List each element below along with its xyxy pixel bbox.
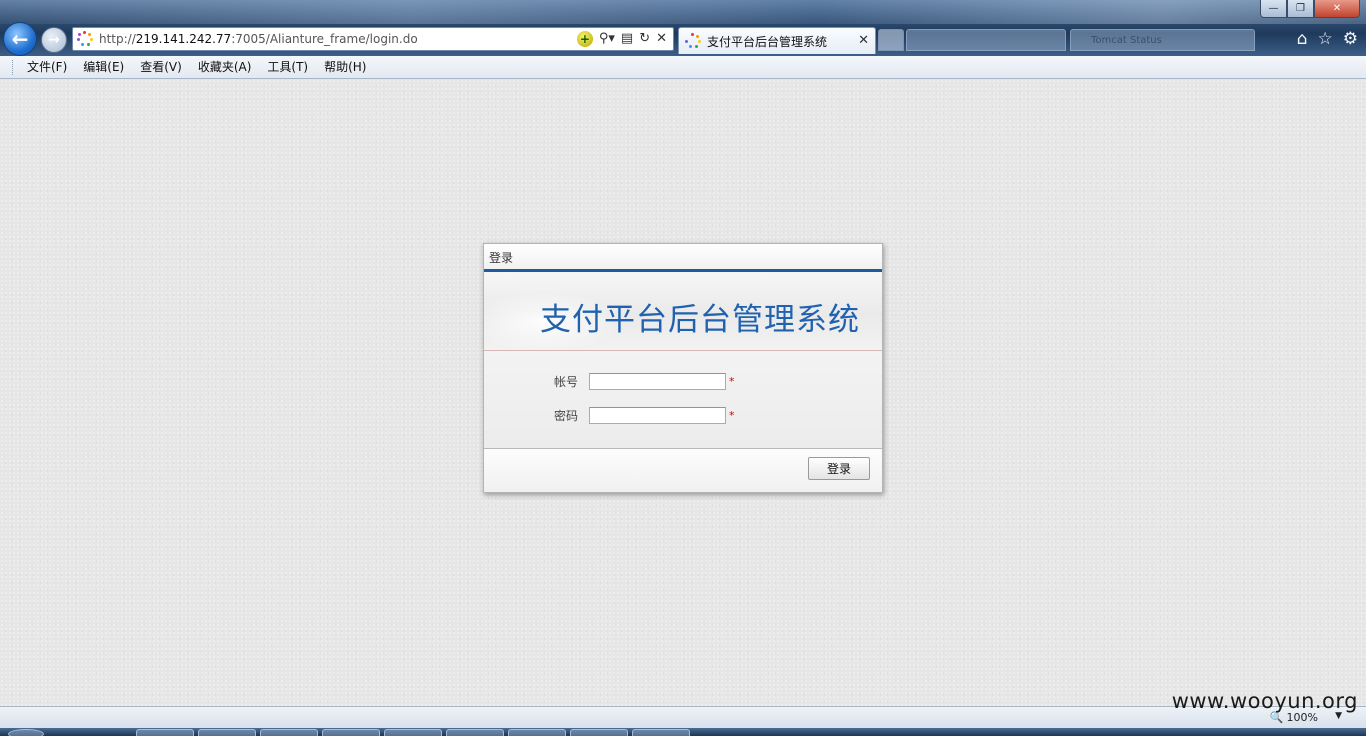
stop-icon[interactable]: ✕ [656,30,667,48]
watermark: www.wooyun.org [1171,689,1358,713]
arrow-right-icon: → [48,32,60,48]
password-row: 密码 * [484,407,735,424]
login-form: 帐号 * 密码 * [484,351,882,449]
tab-active[interactable]: 支付平台后台管理系统 ✕ [678,27,876,54]
taskbar [0,728,1366,736]
home-icon[interactable]: ⌂ [1297,30,1308,48]
taskbar-item[interactable] [384,729,442,736]
menu-file[interactable]: 文件(F) [19,56,75,78]
tab-page-icon [685,33,701,49]
account-label: 帐号 [553,375,578,389]
password-input[interactable] [589,407,726,424]
login-banner: 支付平台后台管理系统 [484,272,882,351]
taskbar-item[interactable] [632,729,690,736]
url-host: 219.141.242.77 [135,32,232,46]
menu-view[interactable]: 查看(V) [132,56,190,78]
gear-icon[interactable]: ⚙ [1343,30,1358,48]
browser-toolbar: — ❐ ✕ ← → http://219.141.242.77:7005/Ali… [0,0,1366,56]
taskbar-item[interactable] [136,729,194,736]
tab-title: 支付平台后台管理系统 [707,34,828,49]
page-content: 登录 支付平台后台管理系统 帐号 * 密码 * 登录 [0,79,1366,706]
compat-page-icon[interactable]: ▤ [621,30,633,48]
tab-close-icon[interactable]: ✕ [858,33,869,48]
tab-background[interactable]: Tomcat Status [1070,29,1255,51]
login-dialog-header: 登录 [484,244,882,269]
search-icon[interactable]: ⚲▾ [599,30,615,48]
account-input[interactable] [589,373,726,390]
browser-right-icons: ⌂ ☆ ⚙ [1297,30,1358,48]
back-button[interactable]: ← [3,22,37,56]
page-loading-icon [77,31,93,47]
taskbar-item[interactable] [446,729,504,736]
forward-button[interactable]: → [41,27,67,53]
menu-favorites[interactable]: 收藏夹(A) [190,56,260,78]
url-path: :7005/Alianture_frame/login.do [231,32,418,46]
account-row: 帐号 * [484,373,735,390]
required-mark: * [729,375,735,388]
address-tools: + ⚲▾ ▤ ↻ ✕ [576,30,667,48]
compatibility-view-icon[interactable]: + [576,31,593,47]
minimize-button[interactable]: — [1260,0,1287,18]
menu-edit[interactable]: 编辑(E) [75,56,132,78]
maximize-button[interactable]: ❐ [1287,0,1314,18]
login-button[interactable]: 登录 [808,457,870,480]
required-mark: * [729,409,735,422]
menu-bar: 文件(F) 编辑(E) 查看(V) 收藏夹(A) 工具(T) 帮助(H) [0,56,1366,79]
system-title: 支付平台后台管理系统 [540,302,860,338]
login-dialog: 登录 支付平台后台管理系统 帐号 * 密码 * 登录 [483,243,883,493]
taskbar-item[interactable] [570,729,628,736]
menu-help[interactable]: 帮助(H) [316,56,374,78]
url-text: http://219.141.242.77:7005/Alianture_fra… [99,32,418,46]
url-scheme: http:// [99,32,136,46]
star-icon[interactable]: ☆ [1318,30,1333,48]
arrow-left-icon: ← [11,27,29,51]
taskbar-item[interactable] [260,729,318,736]
menu-tools[interactable]: 工具(T) [259,56,316,78]
address-bar[interactable]: http://219.141.242.77:7005/Alianture_fra… [72,27,674,51]
window-controls: — ❐ ✕ [1260,0,1360,18]
start-button[interactable] [8,729,44,736]
password-label: 密码 [553,409,578,423]
tab-background[interactable] [906,29,1066,51]
taskbar-item[interactable] [198,729,256,736]
login-footer: 登录 [484,449,882,492]
new-tab-button[interactable] [878,29,904,51]
taskbar-item[interactable] [322,729,380,736]
taskbar-item[interactable] [508,729,566,736]
status-bar: 🔍 100% ▼ [0,706,1366,728]
refresh-icon[interactable]: ↻ [639,30,650,48]
close-window-button[interactable]: ✕ [1314,0,1360,18]
